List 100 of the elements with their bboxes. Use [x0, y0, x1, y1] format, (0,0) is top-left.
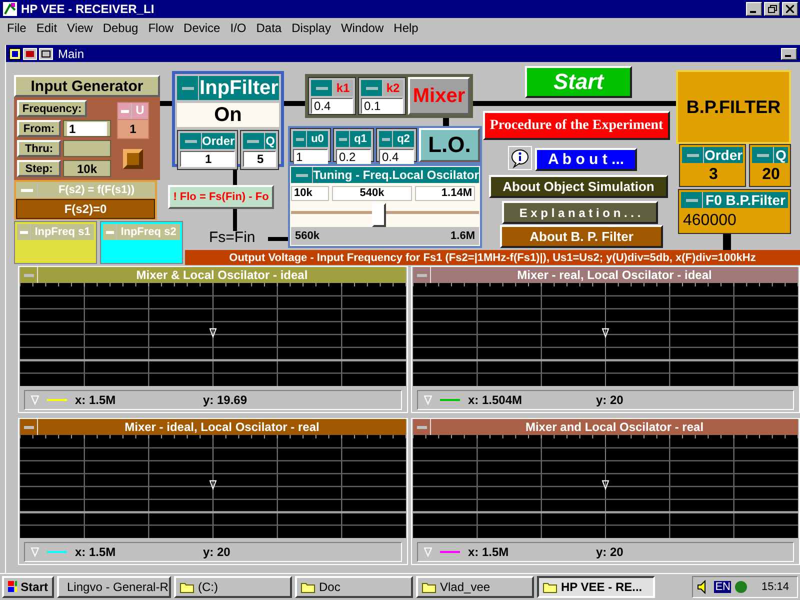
frequency-input-title: InpFreq s1 [34, 225, 92, 240]
function-value: F(s2)=0 [16, 199, 155, 219]
value-field[interactable]: 0.1 [361, 98, 403, 114]
taskbar-button[interactable]: (C:) [174, 576, 292, 598]
mixer-label: Mixer [408, 77, 470, 115]
x-readout: x: 1.5M [75, 393, 117, 407]
slider-thumb[interactable] [372, 203, 386, 227]
parameter-label: F0 B.P.Filter [704, 192, 786, 208]
thru-field[interactable] [63, 140, 111, 157]
filter-state: On [177, 103, 279, 127]
y-readout: y: 20 [596, 545, 624, 559]
bandpass-filter-panel: B.P.FILTER [676, 70, 791, 144]
menu-item[interactable]: View [62, 20, 98, 34]
menu-item[interactable]: I/O [225, 20, 252, 34]
action-button[interactable]: A b o u t ... [535, 148, 637, 171]
frequency-slider[interactable] [291, 203, 479, 225]
parameter-label: k2 [385, 80, 401, 96]
signal-label: Fs=Fin [209, 229, 256, 246]
parameter-label: u0 [310, 132, 325, 147]
amplitude-label: U [134, 103, 146, 119]
amplitude-value: 1 [118, 120, 148, 138]
y-readout: y: 20 [203, 545, 230, 559]
frequency-label: Frequency: [17, 100, 87, 117]
output-banner: Output Voltage - Input Frequency for Fs1 (Fs2=|1MHz-f(Fs1)|), Us1=Us2; y(U)div=5db, x(F)div=100kHz [185, 250, 800, 265]
network-icon[interactable] [734, 580, 748, 594]
formula-note: ! Flo = Fs(Fin) - Fo [168, 185, 274, 209]
x-readout: x: 1.504M [468, 393, 524, 407]
value-field[interactable]: 1 [180, 151, 235, 167]
from-label: From: [17, 120, 61, 137]
thru-label: Thru: [17, 140, 61, 157]
x-readout: x: 1.5M [75, 545, 117, 559]
maximum-field[interactable]: 1.14M [415, 186, 475, 200]
taskbar-button[interactable]: Doc [295, 576, 413, 598]
value-field[interactable]: 0.2 [336, 149, 371, 165]
marker-icon [424, 547, 432, 557]
marker-icon [31, 547, 39, 557]
parameter-label: q2 [396, 132, 411, 147]
plot-title: Mixer and Local Oscilator - real [524, 419, 705, 435]
menu-item[interactable]: Display [286, 20, 336, 34]
parameter-label: Q [264, 133, 276, 149]
filter-title: InpFilter [199, 76, 279, 100]
menu-item[interactable]: Data [251, 20, 287, 34]
app-icon [2, 1, 18, 17]
action-button[interactable]: E x p l a n a t i o n . . . [502, 201, 658, 224]
step-field[interactable]: 10k [63, 160, 111, 177]
y-readout: y: 19.69 [203, 393, 248, 407]
menu-item[interactable]: Flow [143, 20, 179, 34]
info-icon[interactable] [508, 146, 532, 170]
oscillator-label: L.O. [419, 128, 480, 162]
value-field[interactable]: 0.4 [379, 149, 414, 165]
range-max: 1.6M [450, 230, 475, 242]
restore-button[interactable] [764, 2, 780, 16]
taskbar-button[interactable]: Lingvo - General-R [57, 576, 171, 598]
close-button[interactable] [782, 2, 798, 16]
folder-icon [301, 581, 315, 593]
plot-title: Mixer - ideal, Local Oscilator - real [124, 419, 320, 435]
clock: 15:14 [761, 581, 789, 593]
value-field[interactable]: 1 [293, 149, 328, 165]
close-icon [786, 5, 794, 13]
generator-title: Input Generator [14, 75, 160, 97]
start-button[interactable]: Start [2, 576, 54, 598]
from-field[interactable]: 1 [67, 122, 107, 136]
minimum-field[interactable]: 10k [291, 186, 329, 200]
parameter-label: Order [202, 133, 235, 149]
action-button[interactable]: About B. P. Filter [500, 225, 663, 248]
menu-item[interactable]: File [2, 20, 32, 34]
function-title: F(s2) = f(F(s1)) [57, 183, 136, 198]
folder-icon [422, 581, 436, 593]
parameter-label: k1 [335, 80, 351, 96]
frequency-spin-field[interactable]: 540k [332, 186, 412, 200]
folder-icon [543, 581, 557, 593]
plot-title: Mixer - real, Local Oscilator - ideal [516, 267, 713, 283]
restore-icon [768, 5, 776, 13]
taskbar-button[interactable]: HP VEE - RE... [537, 576, 655, 598]
menu-item[interactable]: Device [178, 20, 226, 34]
value-field[interactable]: 0.4 [311, 98, 353, 114]
menu-item[interactable]: Help [388, 20, 424, 34]
menu-item[interactable]: Window [336, 20, 389, 34]
menu-item[interactable]: Debug [98, 20, 144, 34]
language-indicator[interactable]: EN [714, 581, 732, 593]
marker-icon [31, 395, 39, 405]
plot-title: Mixer & Local Oscilator - ideal [135, 267, 309, 283]
marker-icon [424, 395, 432, 405]
view-icon[interactable] [39, 48, 53, 60]
step-label: Step: [17, 160, 61, 177]
generate-button[interactable] [123, 149, 143, 169]
document-icon [9, 48, 21, 60]
taskbar-button[interactable]: Vlad_vee [416, 576, 534, 598]
menu-item[interactable]: Edit [31, 20, 62, 34]
frequency-input-title: InpFreq s2 [120, 225, 178, 240]
windows-logo-icon [8, 581, 17, 593]
action-button[interactable]: Procedure of the Experiment [483, 111, 670, 140]
action-button[interactable]: About Object Simulation [489, 175, 668, 198]
parameter-label: Q [774, 147, 788, 163]
view-icon[interactable] [23, 48, 37, 60]
value-field[interactable]: 5 [242, 151, 276, 167]
document-title: Main [58, 46, 84, 60]
window-title: HP VEE - RECEIVER_LI [21, 2, 154, 16]
parameter-label: Order [704, 147, 743, 163]
tuning-title: Tuning - Freq.Local Oscilator [313, 167, 479, 183]
